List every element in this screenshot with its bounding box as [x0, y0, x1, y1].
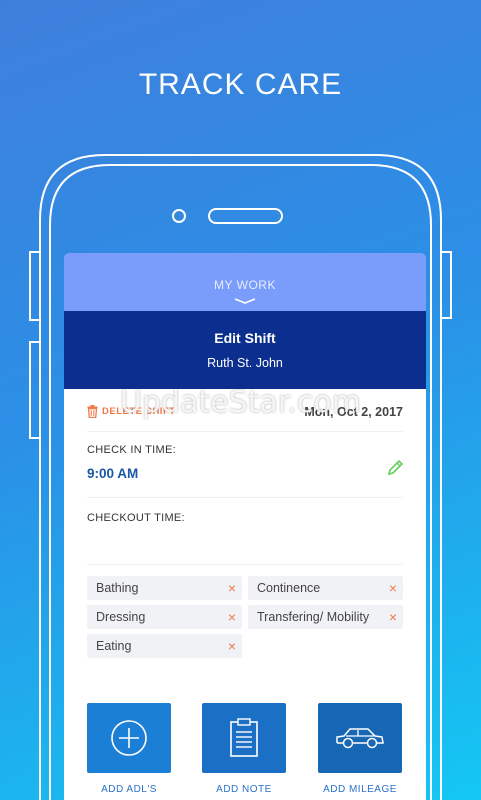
page-title: Edit Shift	[214, 330, 276, 346]
add-mileage-label[interactable]: ADD MILEAGE	[300, 784, 420, 795]
adl-tag-transfering: Transfering/ Mobility ×	[248, 605, 403, 629]
add-note-label[interactable]: ADD NOTE	[184, 784, 304, 795]
edit-shift-header: Edit Shift Ruth St. John	[64, 311, 426, 389]
speaker-icon	[208, 208, 283, 224]
remove-tag-icon[interactable]: ×	[228, 605, 236, 629]
add-mileage-button[interactable]	[318, 703, 402, 773]
checkout-label: CHECKOUT TIME:	[87, 512, 185, 524]
camera-icon	[172, 209, 186, 223]
add-adls-button[interactable]	[87, 703, 171, 773]
add-note-button[interactable]	[202, 703, 286, 773]
adl-tag-eating: Eating ×	[87, 634, 242, 658]
chevron-down-icon[interactable]	[233, 297, 257, 305]
my-work-tab[interactable]: MY WORK	[64, 253, 426, 311]
remove-tag-icon[interactable]: ×	[228, 576, 236, 600]
tag-label: Continence	[257, 581, 321, 595]
client-name: Ruth St. John	[207, 356, 283, 370]
tag-label: Transfering/ Mobility	[257, 610, 370, 624]
phone-screen: MY WORK Edit Shift Ruth St. John DELETE …	[64, 253, 426, 800]
add-adls-label[interactable]: ADD ADL'S	[69, 784, 189, 795]
watermark: UpdateStar.com	[119, 385, 362, 420]
divider	[87, 564, 403, 565]
tag-label: Eating	[96, 639, 132, 653]
my-work-label: MY WORK	[214, 278, 276, 292]
clipboard-icon	[230, 718, 258, 757]
edit-pencil-icon[interactable]	[386, 459, 404, 477]
checkin-time-value[interactable]: 9:00 AM	[87, 466, 138, 481]
adl-tag-continence: Continence ×	[248, 576, 403, 600]
remove-tag-icon[interactable]: ×	[389, 576, 397, 600]
adl-tag-dressing: Dressing ×	[87, 605, 242, 629]
divider	[87, 431, 403, 432]
checkin-label: CHECK IN TIME:	[87, 444, 176, 456]
car-icon	[336, 728, 384, 749]
divider	[87, 497, 403, 498]
tag-label: Bathing	[96, 581, 139, 595]
adl-tag-bathing: Bathing ×	[87, 576, 242, 600]
remove-tag-icon[interactable]: ×	[389, 605, 397, 629]
tag-label: Dressing	[96, 610, 146, 624]
plus-circle-icon	[111, 720, 147, 756]
remove-tag-icon[interactable]: ×	[228, 634, 236, 658]
